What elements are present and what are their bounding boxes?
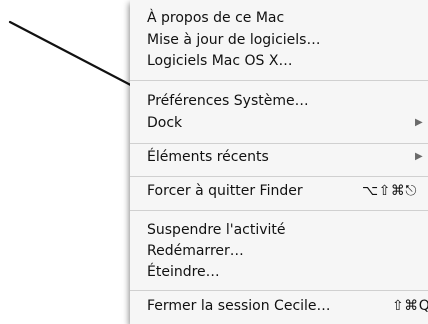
menu-item-label: Fermer la session Cecile… <box>147 298 331 314</box>
menu-item-label: Éteindre… <box>147 264 220 280</box>
menu-separator <box>130 80 428 81</box>
keyboard-shortcut: ⌥⇧⌘⎋ <box>362 183 417 199</box>
menu-item-fermer-la-session[interactable]: Fermer la session Cecile… ⇧⌘Q <box>130 295 428 317</box>
menu-item-label: Redémarrer… <box>147 243 244 259</box>
menu-item-a-propos-de-ce-mac[interactable]: À propos de ce Mac <box>130 7 428 29</box>
menu-item-label: Forcer à quitter Finder <box>147 183 303 199</box>
menu-item-mise-a-jour-de-logiciels[interactable]: Mise à jour de logiciels… <box>130 29 428 51</box>
keyboard-shortcut: ⇧⌘Q <box>392 298 428 314</box>
menu-item-label: Dock <box>147 115 183 131</box>
apple-menu: À propos de ce Mac Mise à jour de logici… <box>130 0 428 324</box>
menu-item-elements-recents[interactable]: Éléments récents ▶ <box>130 146 428 168</box>
menu-item-label: Mise à jour de logiciels… <box>147 32 321 48</box>
menu-item-logiciels-mac-os-x[interactable]: Logiciels Mac OS X… <box>130 50 428 72</box>
submenu-arrow-icon: ▶ <box>415 117 423 128</box>
screenshot-stage: À propos de ce Mac Mise à jour de logici… <box>0 0 428 324</box>
menu-item-label: À propos de ce Mac <box>147 10 285 26</box>
menu-item-label: Préférences Système… <box>147 93 309 109</box>
menu-item-eteindre[interactable]: Éteindre… <box>130 261 428 283</box>
menu-item-redemarrer[interactable]: Redémarrer… <box>130 240 428 262</box>
menu-item-label: Suspendre l'activité <box>147 222 286 238</box>
menu-item-suspendre-l-activite[interactable]: Suspendre l'activité <box>130 219 428 241</box>
menu-separator <box>130 290 428 291</box>
menu-separator <box>130 176 428 177</box>
menu-item-dock[interactable]: Dock ▶ <box>130 112 428 134</box>
menu-item-forcer-a-quitter-finder[interactable]: Forcer à quitter Finder ⌥⇧⌘⎋ <box>130 180 428 202</box>
menu-item-preferences-systeme[interactable]: Préférences Système… <box>130 90 428 112</box>
menu-separator <box>130 143 428 144</box>
annotation-arrow-shaft <box>8 20 146 94</box>
menu-item-label: Logiciels Mac OS X… <box>147 53 293 69</box>
submenu-arrow-icon: ▶ <box>415 151 423 162</box>
menu-item-label: Éléments récents <box>147 149 269 165</box>
menu-separator <box>130 210 428 211</box>
